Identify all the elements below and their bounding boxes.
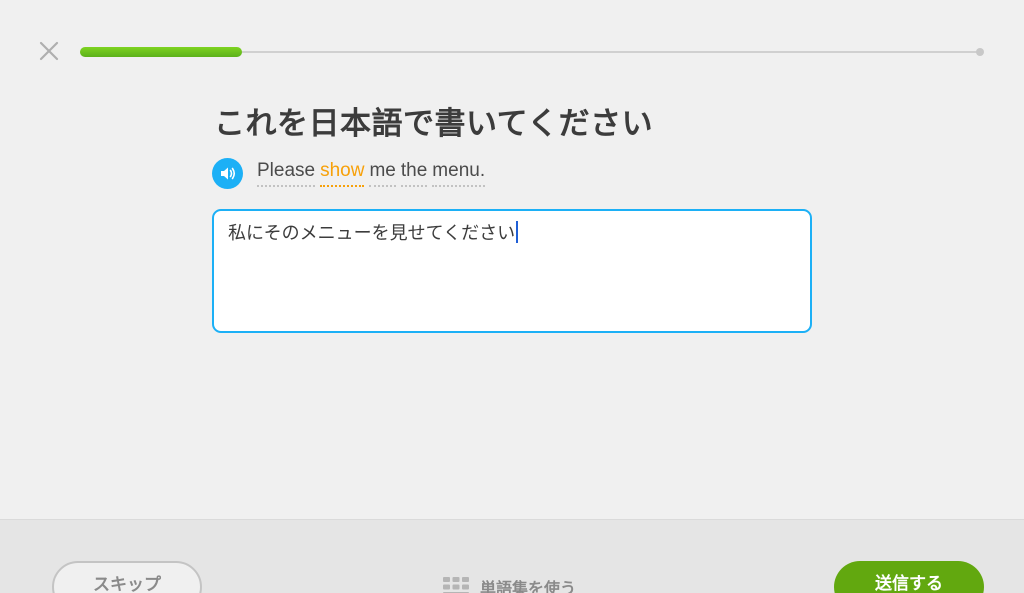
prompt-title: これを日本語で書いてください	[214, 106, 654, 142]
sentence-word[interactable]: Please	[257, 160, 316, 187]
sentence-word[interactable]: menu.	[432, 160, 486, 187]
text-caret	[516, 221, 519, 243]
footer-bar: スキップ 単語集を使う 送信する	[0, 519, 1024, 593]
progress-end-dot	[976, 48, 984, 56]
lesson-screen: これを日本語で書いてください Please show me the menu. 私にその…	[0, 0, 1024, 593]
sentence-word[interactable]: me	[369, 160, 396, 187]
use-word-bank-button[interactable]: 単語集を使う	[443, 575, 576, 593]
close-icon[interactable]	[38, 40, 60, 62]
sentence-word[interactable]: show	[320, 160, 365, 187]
skip-button[interactable]: スキップ	[52, 561, 202, 593]
source-sentence: Please show me the menu.	[257, 160, 486, 187]
speaker-icon[interactable]	[212, 158, 243, 189]
sentence-word[interactable]: the	[400, 160, 428, 187]
keyboard-grid-icon	[443, 577, 469, 593]
progress-bar	[80, 47, 984, 57]
submit-button[interactable]: 送信する	[834, 561, 984, 593]
answer-text: 私にそのメニューを見せてください	[228, 223, 516, 244]
word-bank-label: 単語集を使う	[480, 579, 577, 593]
progress-fill	[80, 47, 242, 57]
answer-input[interactable]: 私にそのメニューを見せてください	[212, 209, 812, 333]
